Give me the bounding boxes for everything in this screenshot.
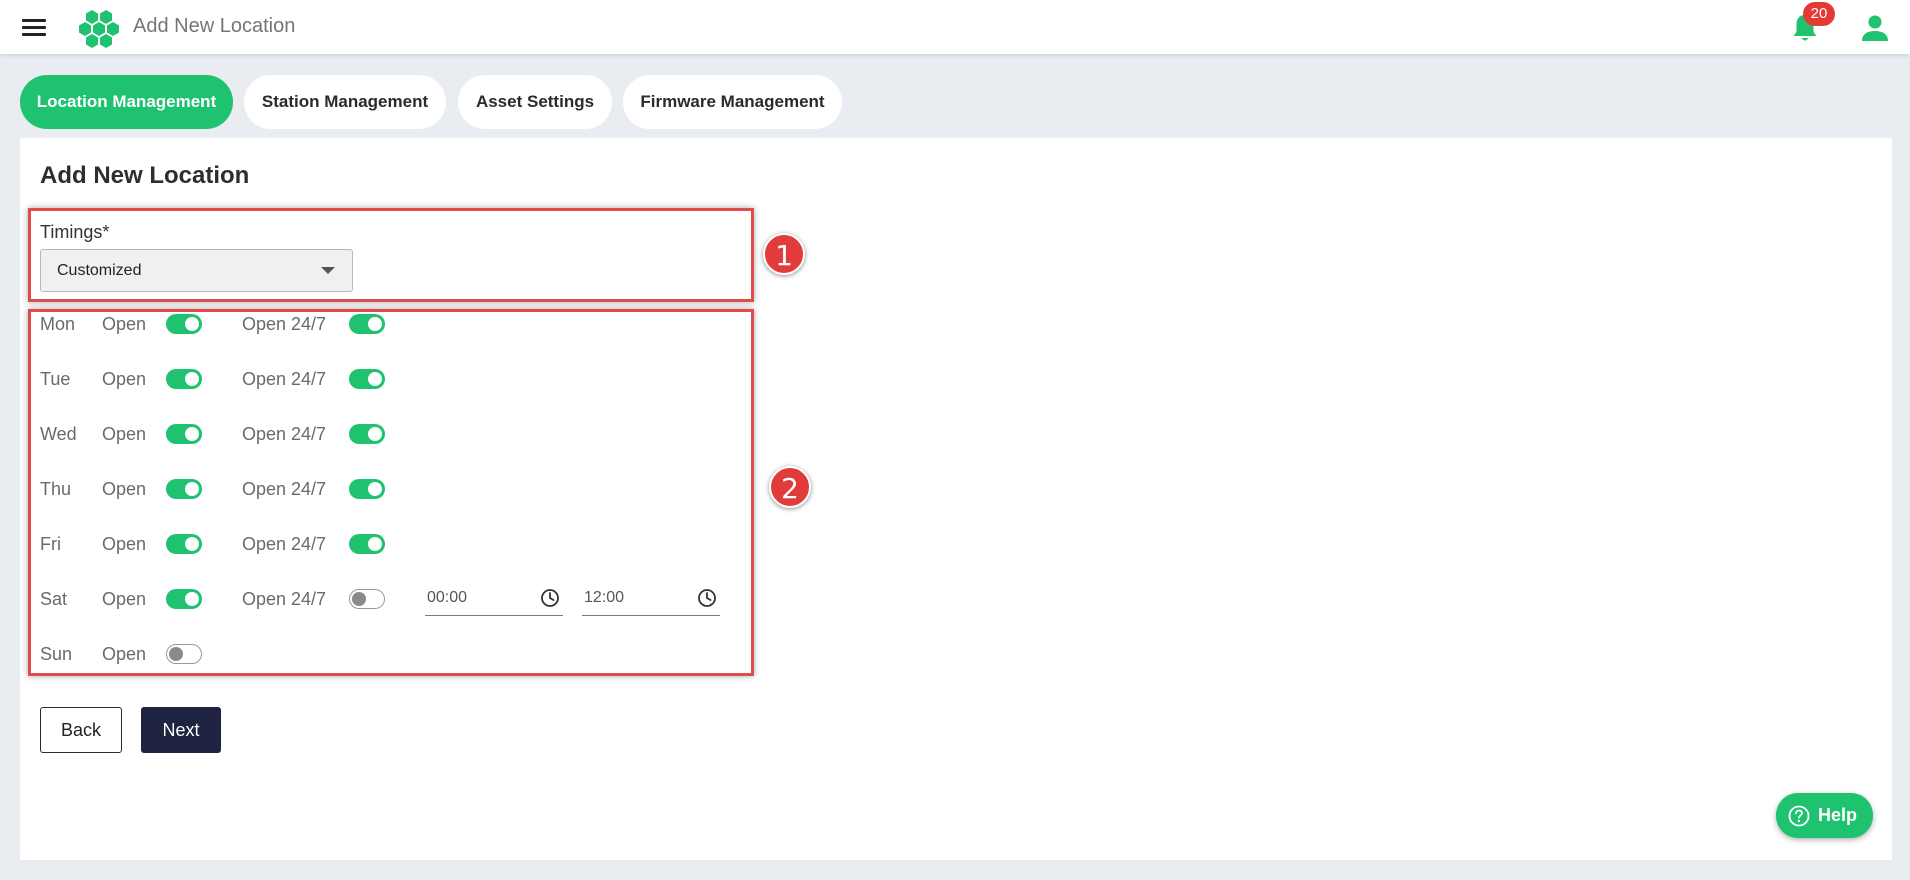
open-toggle[interactable] (166, 534, 202, 554)
day-label: Thu (40, 479, 72, 499)
hamburger-menu-icon[interactable] (22, 17, 48, 37)
open247-toggle[interactable] (349, 314, 385, 334)
day-label: Mon (40, 314, 76, 334)
clock-icon[interactable] (540, 588, 560, 608)
annotation-number-1: 1 (763, 233, 805, 275)
open-label: Open (102, 644, 147, 664)
open247-label: Open 24/7 (242, 479, 327, 499)
tab-location-management[interactable]: Location Management (20, 75, 233, 129)
back-button[interactable]: Back (40, 707, 122, 753)
open247-toggle[interactable] (349, 589, 385, 609)
open-toggle[interactable] (166, 314, 202, 334)
top-app-bar: Add New Location 20 (0, 0, 1910, 54)
open247-toggle[interactable] (349, 424, 385, 444)
open-label: Open (102, 314, 147, 334)
timings-select[interactable]: Customized (40, 249, 353, 292)
day-label: Fri (40, 534, 61, 554)
tab-firmware-management[interactable]: Firmware Management (623, 75, 842, 129)
start-time-field (425, 582, 563, 616)
open-label: Open (102, 369, 147, 389)
day-label: Sat (40, 589, 68, 609)
end-time-input[interactable] (584, 586, 684, 610)
open-toggle[interactable] (166, 369, 202, 389)
open247-label: Open 24/7 (242, 314, 327, 334)
notification-count-badge: 20 (1803, 2, 1835, 26)
hexagon-logo-icon (79, 10, 119, 48)
open-label: Open (102, 424, 147, 444)
open247-toggle[interactable] (349, 369, 385, 389)
open247-toggle[interactable] (349, 534, 385, 554)
open-toggle[interactable] (166, 644, 202, 664)
day-label: Sun (40, 644, 73, 664)
open-label: Open (102, 479, 147, 499)
open247-label: Open 24/7 (242, 369, 327, 389)
open-label: Open (102, 589, 147, 609)
help-circle-icon (1788, 805, 1810, 827)
day-label: Wed (40, 424, 77, 444)
annotation-number-2: 2 (769, 466, 811, 508)
tab-station-management[interactable]: Station Management (244, 75, 446, 129)
help-label: Help (1818, 805, 1858, 825)
page-title: Add New Location (40, 162, 250, 189)
open-toggle[interactable] (166, 424, 202, 444)
open-toggle[interactable] (166, 589, 202, 609)
timings-label: Timings* (40, 222, 110, 242)
next-button[interactable]: Next (141, 707, 221, 753)
end-time-field (582, 582, 720, 616)
app-title: Add New Location (133, 15, 296, 37)
open247-label: Open 24/7 (242, 424, 327, 444)
clock-icon[interactable] (697, 588, 717, 608)
open247-toggle[interactable] (349, 479, 385, 499)
tab-asset-settings[interactable]: Asset Settings (458, 75, 612, 129)
help-button[interactable]: Help (1776, 793, 1873, 838)
open247-label: Open 24/7 (242, 534, 327, 554)
chevron-down-icon (321, 267, 335, 274)
user-account-icon[interactable] (1860, 14, 1890, 42)
day-label: Tue (40, 369, 71, 389)
open-toggle[interactable] (166, 479, 202, 499)
start-time-input[interactable] (427, 586, 527, 610)
open-label: Open (102, 534, 147, 554)
open247-label: Open 24/7 (242, 589, 327, 609)
timings-selected-value: Customized (57, 262, 142, 279)
